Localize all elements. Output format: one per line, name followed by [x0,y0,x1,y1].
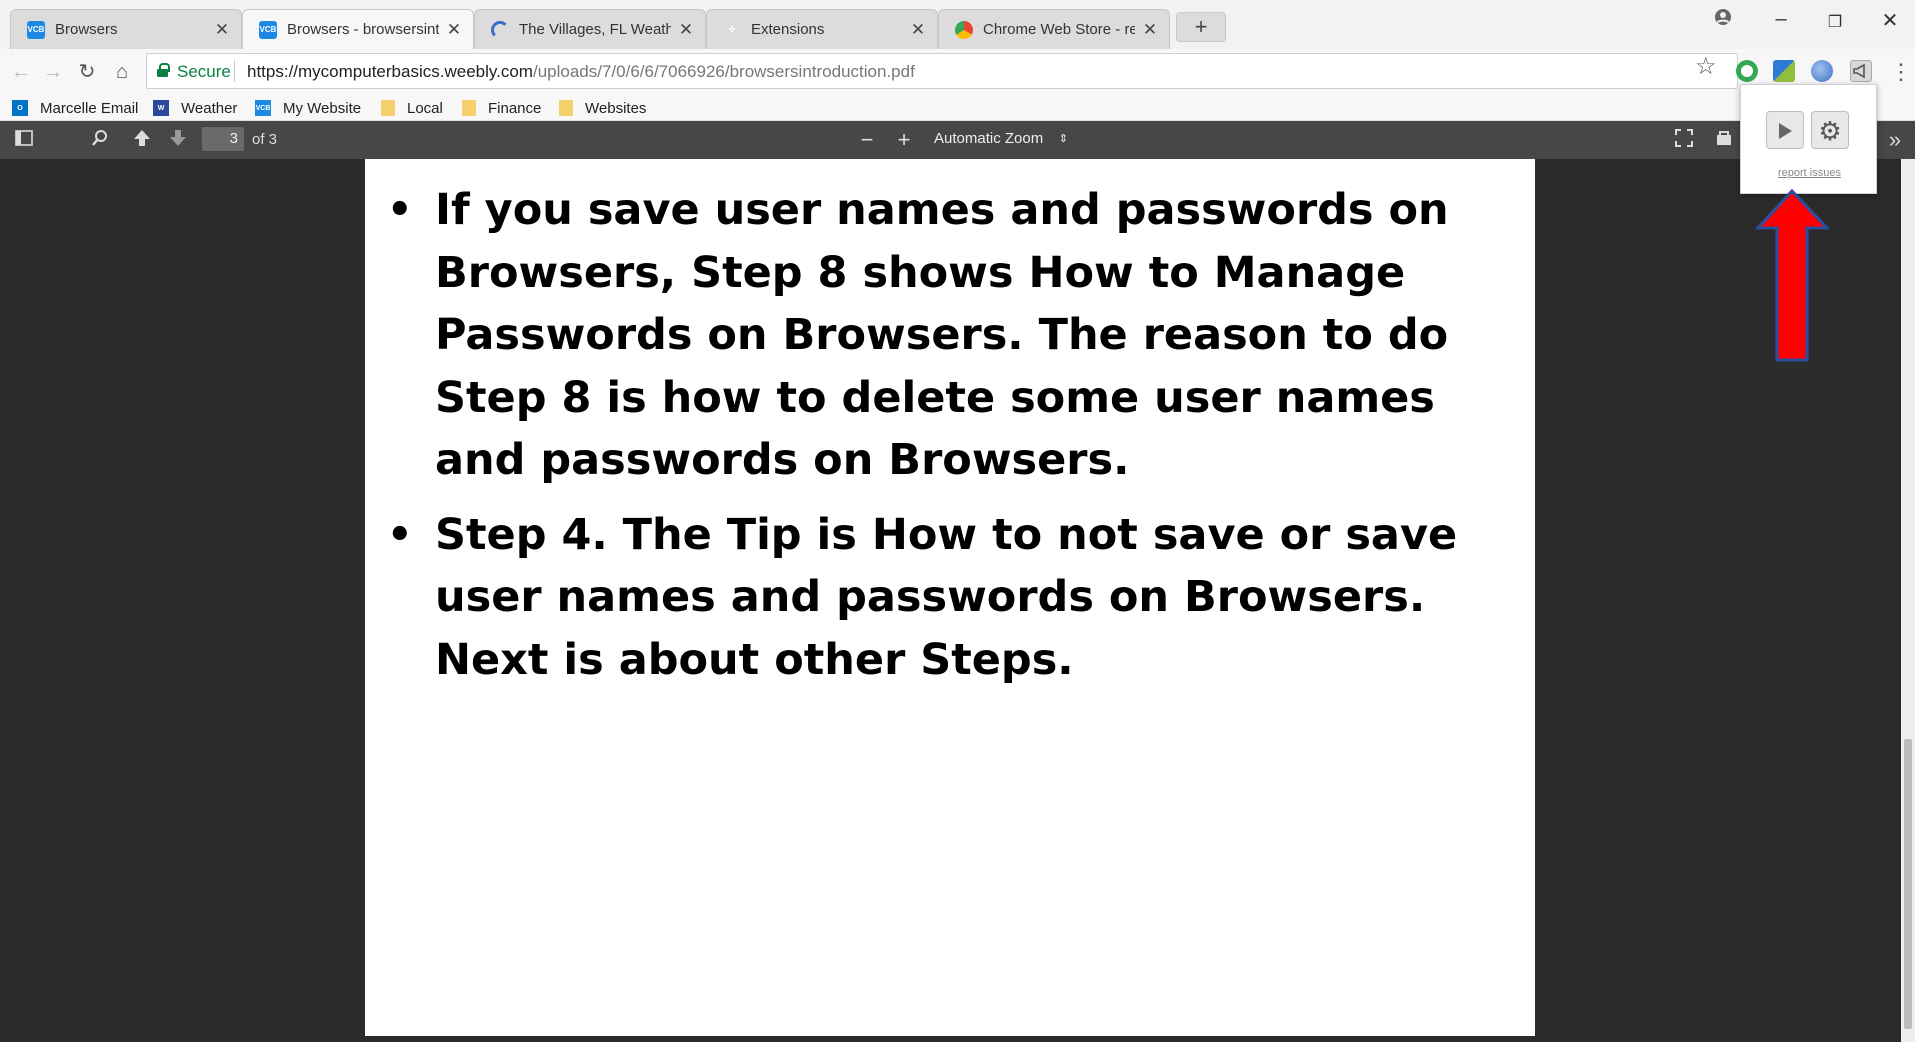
bookmark-star-icon[interactable]: ☆ [1695,52,1717,81]
previous-page-icon[interactable] [130,129,154,151]
tab-extensions[interactable]: ✣ Extensions ✕ [706,9,938,49]
globe-extension-icon[interactable] [1811,60,1833,82]
bookmark-label: Weather [181,99,238,117]
tab-weather[interactable]: The Villages, FL Weather ✕ [474,9,706,49]
forward-icon[interactable]: → [38,57,68,87]
bullet-item: If you save user names and passwords on … [379,179,1529,492]
vcb-icon: VCB [255,100,271,116]
bookmark-label: Finance [488,99,542,117]
bookmark-label: My Website [283,99,362,117]
bookmark-weather[interactable]: W Weather [153,95,237,121]
sidebar-toggle-icon[interactable] [12,129,36,151]
bookmark-folder-finance[interactable]: Finance [462,95,541,121]
tab-browsers-pdf[interactable]: VCB Browsers - browsersintro ✕ [242,9,474,49]
pdf-page: If you save user names and passwords on … [365,159,1535,1036]
toolbar: ← → ↻ ⌂ Secure https://mycomputerbasics.… [0,49,1915,95]
bullet-item: Step 4. The Tip is How to not save or sa… [379,504,1529,692]
restore-icon[interactable]: ❐ [1820,12,1850,32]
home-icon[interactable]: ⌂ [107,57,137,87]
gear-icon: ⚙ [1818,116,1842,146]
new-tab-button[interactable]: + [1176,12,1226,42]
folder-icon [559,100,573,116]
tab-title: Extensions [751,21,825,38]
bullet-list: If you save user names and passwords on … [379,179,1529,703]
close-window-icon[interactable]: ✕ [1875,8,1905,33]
zoom-select[interactable]: Automatic Zoom ⇕ [926,127,1074,151]
pdf-viewer: If you save user names and passwords on … [0,159,1915,1042]
scrollbar[interactable] [1901,159,1915,1042]
reload-icon[interactable]: ↻ [72,57,102,87]
weather-icon: W [153,100,169,116]
url-path: /uploads/7/0/6/6/7066926/browsersintrodu… [532,62,915,81]
tab-title: The Villages, FL Weather [519,21,671,38]
back-icon[interactable]: ← [6,57,36,87]
annotation-arrow [1755,188,1830,362]
updown-chevron-icon: ⇕ [1058,133,1068,145]
kebab-menu-icon[interactable]: ⋮ [1886,57,1915,87]
green-circle-extension-icon[interactable] [1736,60,1758,82]
tab-strip: VCB Browsers ✕ VCB Browsers - browsersin… [0,0,1915,49]
pdf-toolbar: 3 of 3 − + Automatic Zoom ⇕ » [0,121,1915,159]
page-number-input[interactable]: 3 [202,127,244,151]
settings-button[interactable]: ⚙ [1811,111,1849,149]
divider [234,60,235,82]
secure-label: Secure [177,62,231,81]
bookmarks-bar: O Marcelle Email W Weather VCB My Websit… [0,95,1915,121]
report-issues-link[interactable]: report issues [1741,167,1878,179]
extension-popup: ⚙ report issues [1740,84,1877,194]
url-text[interactable]: https://mycomputerbasics.weebly.com/uplo… [247,62,915,82]
outlook-icon: O [12,100,28,116]
profile-icon[interactable] [1708,8,1738,32]
tools-chevron-icon[interactable]: » [1883,129,1907,151]
zoom-label: Automatic Zoom [934,130,1044,147]
close-icon[interactable]: ✕ [1141,20,1159,40]
close-icon[interactable]: ✕ [445,20,463,40]
close-icon[interactable]: ✕ [213,20,231,40]
chrome-webstore-icon [955,20,973,39]
tab-chrome-web-store[interactable]: Chrome Web Store - rea ✕ [938,9,1170,49]
page-count: of 3 [252,131,278,148]
translate-extension-icon[interactable] [1773,60,1795,82]
url-host: https://mycomputerbasics.weebly.com [247,62,533,81]
folder-icon [462,100,476,116]
address-bar[interactable]: Secure https://mycomputerbasics.weebly.c… [146,53,1738,89]
megaphone-extension-icon[interactable] [1850,60,1872,82]
close-icon[interactable]: ✕ [909,20,927,40]
bookmark-label: Local [407,99,443,117]
tab-title: Browsers [55,21,118,38]
open-file-icon[interactable] [1712,129,1736,151]
tab-title: Browsers - browsersintro [287,21,439,38]
bookmark-folder-local[interactable]: Local [381,95,443,121]
next-page-icon[interactable] [166,129,190,151]
loading-spinner-icon [491,20,509,39]
presentation-mode-icon[interactable] [1672,129,1696,151]
folder-icon [381,100,395,116]
zoom-in-icon[interactable]: + [892,129,916,151]
close-icon[interactable]: ✕ [677,20,695,40]
puzzle-icon: ✣ [728,25,736,34]
bookmark-my-website[interactable]: VCB My Website [255,95,361,121]
scrollbar-thumb[interactable] [1904,739,1912,1029]
bookmark-folder-websites[interactable]: Websites [559,95,646,121]
lock-icon [157,63,170,77]
tab-browsers[interactable]: VCB Browsers ✕ [10,9,242,49]
bookmark-label: Marcelle Email [40,99,139,117]
minimize-icon[interactable]: – [1766,8,1796,31]
vcb-icon: VCB [27,20,45,39]
search-icon[interactable] [88,129,112,151]
bookmark-marcelle-email[interactable]: O Marcelle Email [12,95,138,121]
vcb-icon: VCB [259,20,277,39]
tab-title: Chrome Web Store - rea [983,21,1135,38]
browser-window: VCB Browsers ✕ VCB Browsers - browsersin… [0,0,1915,1042]
bookmark-label: Websites [585,99,647,117]
play-button[interactable] [1766,111,1804,149]
zoom-out-icon[interactable]: − [855,129,879,151]
